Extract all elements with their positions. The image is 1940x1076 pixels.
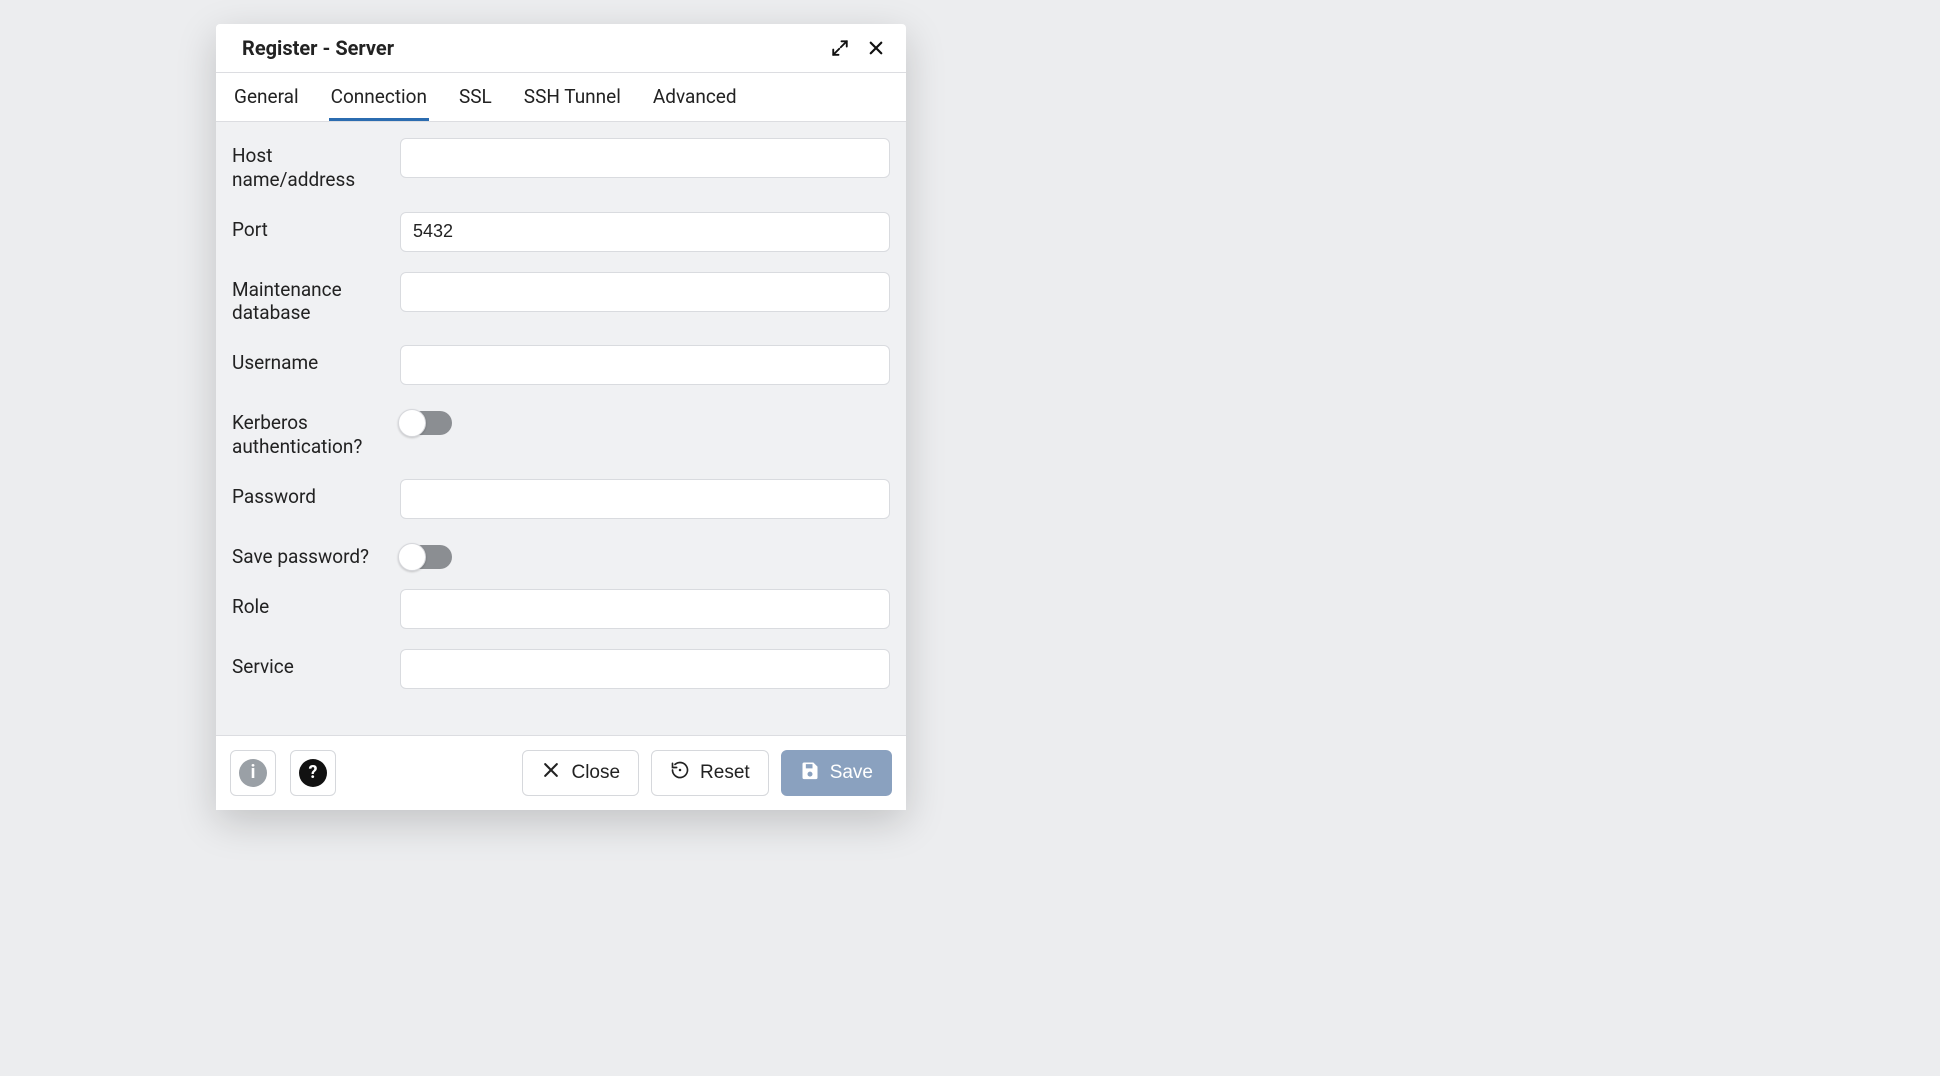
help-icon: ? (299, 759, 327, 787)
port-input[interactable] (400, 212, 890, 252)
save-button[interactable]: Save (781, 750, 892, 796)
row-maintenance-db: Maintenance database (232, 272, 890, 326)
info-button[interactable]: i (230, 750, 276, 796)
label-service: Service (232, 649, 382, 679)
close-button[interactable]: Close (522, 750, 639, 796)
info-icon: i (239, 759, 267, 787)
close-button-icon (541, 760, 561, 786)
label-save-password: Save password? (232, 539, 382, 569)
row-port: Port (232, 212, 890, 252)
password-input[interactable] (400, 479, 890, 519)
kerberos-toggle[interactable] (400, 411, 452, 435)
row-username: Username (232, 345, 890, 385)
dialog-tabs: General Connection SSL SSH Tunnel Advanc… (216, 73, 906, 122)
maintenance-db-input[interactable] (400, 272, 890, 312)
reset-button[interactable]: Reset (651, 750, 769, 796)
row-kerberos: Kerberos authentication? (232, 405, 890, 459)
save-button-icon (800, 760, 820, 786)
row-service: Service (232, 649, 890, 689)
label-port: Port (232, 212, 382, 242)
tab-ssh-tunnel[interactable]: SSH Tunnel (522, 73, 623, 121)
expand-icon[interactable] (828, 36, 852, 60)
tab-ssl[interactable]: SSL (457, 73, 494, 121)
label-role: Role (232, 589, 382, 619)
titlebar-actions (828, 36, 888, 60)
label-username: Username (232, 345, 382, 375)
tab-general[interactable]: General (232, 73, 301, 121)
register-server-dialog: Register - Server General Connection SSL… (216, 24, 906, 810)
username-input[interactable] (400, 345, 890, 385)
connection-form: Host name/address Port Maintenance datab… (216, 122, 906, 735)
close-icon[interactable] (864, 36, 888, 60)
help-button[interactable]: ? (290, 750, 336, 796)
save-password-toggle[interactable] (400, 545, 452, 569)
reset-button-icon (670, 760, 690, 786)
dialog-title: Register - Server (242, 36, 828, 60)
row-role: Role (232, 589, 890, 629)
label-host: Host name/address (232, 138, 382, 192)
row-save-password: Save password? (232, 539, 890, 569)
row-password: Password (232, 479, 890, 519)
tab-advanced[interactable]: Advanced (651, 73, 739, 121)
reset-button-label: Reset (700, 762, 750, 784)
dialog-footer: i ? Close Reset (216, 735, 906, 810)
save-button-label: Save (830, 762, 873, 784)
close-button-label: Close (571, 762, 620, 784)
label-maintenance-db: Maintenance database (232, 272, 382, 326)
label-password: Password (232, 479, 382, 509)
service-input[interactable] (400, 649, 890, 689)
host-input[interactable] (400, 138, 890, 178)
role-input[interactable] (400, 589, 890, 629)
label-kerberos: Kerberos authentication? (232, 405, 382, 459)
row-host: Host name/address (232, 138, 890, 192)
dialog-titlebar: Register - Server (216, 24, 906, 73)
tab-connection[interactable]: Connection (329, 73, 429, 121)
